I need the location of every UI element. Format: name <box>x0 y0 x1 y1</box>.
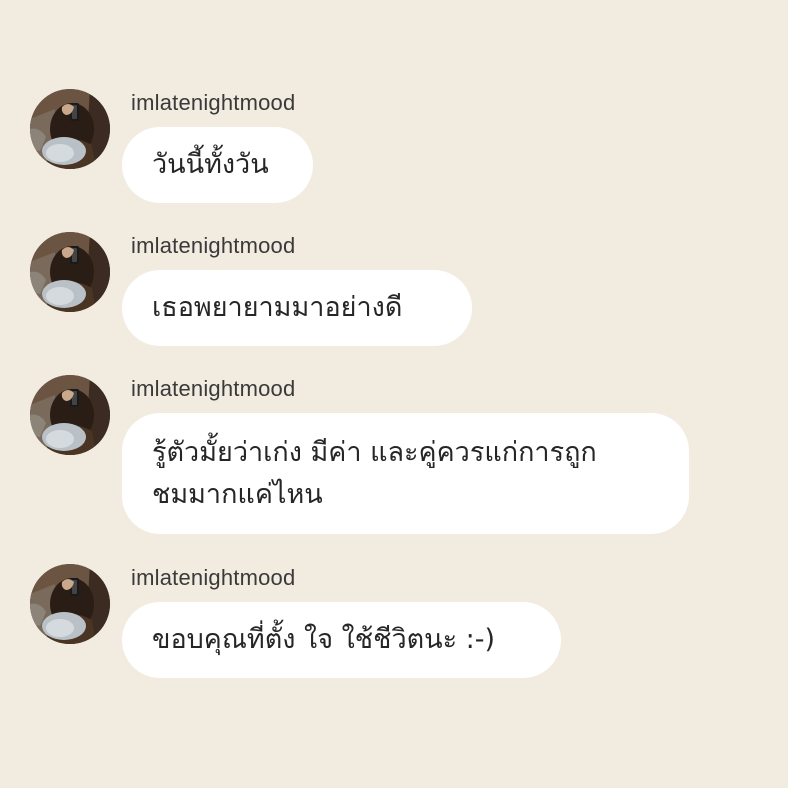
message-text: รู้ตัวมั้ยว่าเก่ง มีค่า และคู่ควรแก่การถ… <box>152 436 597 510</box>
avatar[interactable] <box>30 89 110 169</box>
message-username[interactable]: imlatenightmood <box>131 233 295 259</box>
avatar[interactable] <box>30 564 110 644</box>
message-text: เธอพยายามมาอย่างดี <box>152 292 403 323</box>
user-avatar-photo-icon <box>30 89 110 169</box>
message-bubble[interactable]: วันนี้ทั้งวัน <box>122 127 313 203</box>
user-avatar-photo-icon <box>30 375 110 455</box>
user-avatar-photo-icon <box>30 232 110 312</box>
avatar[interactable] <box>30 232 110 312</box>
message-bubble[interactable]: เธอพยายามมาอย่างดี <box>122 270 472 346</box>
message-username[interactable]: imlatenightmood <box>131 376 295 402</box>
message-bubble[interactable]: รู้ตัวมั้ยว่าเก่ง มีค่า และคู่ควรแก่การถ… <box>122 413 689 534</box>
user-avatar-photo-icon <box>30 564 110 644</box>
message-username[interactable]: imlatenightmood <box>131 565 295 591</box>
message-text: ขอบคุณที่ตั้ง ใจ ใช้ชีวิตนะ :-) <box>152 624 496 655</box>
avatar[interactable] <box>30 375 110 455</box>
message-username[interactable]: imlatenightmood <box>131 90 295 116</box>
message-bubble[interactable]: ขอบคุณที่ตั้ง ใจ ใช้ชีวิตนะ :-) <box>122 602 561 678</box>
message-text: วันนี้ทั้งวัน <box>152 149 269 180</box>
